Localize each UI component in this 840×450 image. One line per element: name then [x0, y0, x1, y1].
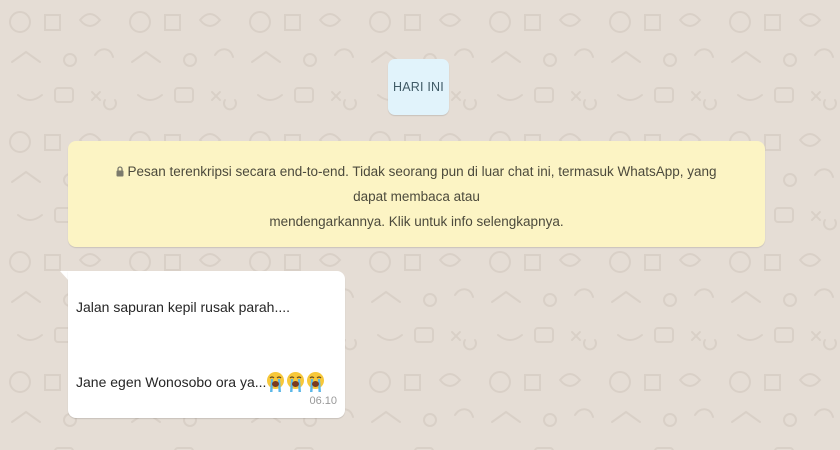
message-timestamp: 06.10 [309, 395, 337, 407]
encryption-notice[interactable]: Pesan terenkripsi secara end-to-end. Tid… [68, 141, 765, 247]
lock-icon [116, 166, 124, 177]
encryption-notice-line-1: Pesan terenkripsi secara end-to-end. Tid… [108, 159, 725, 209]
message-line-2: Jane egen Wonosobo ora ya... [76, 371, 325, 393]
encryption-notice-line-2: mendengarkannya. Klik untuk info selengk… [269, 214, 564, 229]
loudly-crying-face-icon [287, 372, 305, 392]
date-divider: HARI INI [388, 59, 449, 115]
loudly-crying-face-icon [267, 372, 285, 392]
message-line-2-text: Jane egen Wonosobo ora ya... [76, 374, 267, 390]
date-divider-label: HARI INI [393, 80, 444, 94]
message-line-1: Jalan sapuran kepil rusak parah.... [76, 299, 291, 315]
emoji-group [266, 371, 325, 393]
incoming-message-bubble[interactable]: Jalan sapuran kepil rusak parah.... Jane… [68, 271, 345, 418]
loudly-crying-face-icon [307, 372, 325, 392]
